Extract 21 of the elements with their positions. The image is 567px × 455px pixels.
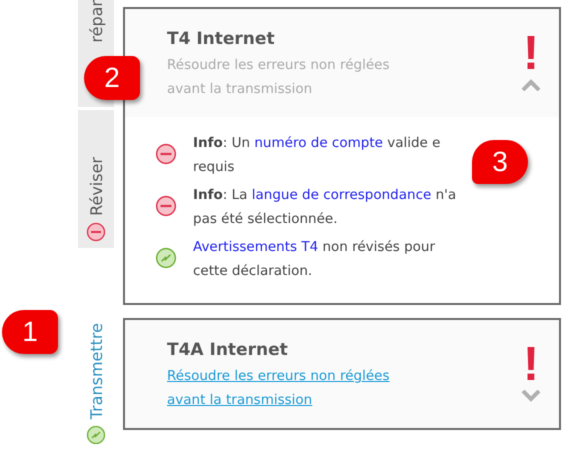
panel-subtitle: Résoudre les erreurs non réglées avant la transmission xyxy=(167,56,390,99)
callout-marker: 1 xyxy=(2,310,58,354)
alert-mark: ! xyxy=(523,29,539,79)
lightning-icon xyxy=(86,425,106,445)
message-text: Info: La langue de correspondance n'a pas été sélectionnée. xyxy=(193,186,456,229)
message-link[interactable]: numéro de compte xyxy=(254,135,383,151)
collapse-icon[interactable] xyxy=(521,79,541,91)
panel-title: T4 Internet xyxy=(167,29,276,49)
error-icon xyxy=(155,195,177,217)
expand-icon[interactable] xyxy=(521,390,541,402)
side-tab[interactable]: Réviser xyxy=(78,110,114,248)
message-text: Avertissements T4 non révisés pour cette déclaration. xyxy=(193,238,436,281)
message-link[interactable]: langue de correspondance xyxy=(252,187,432,203)
side-tab[interactable]: répar xyxy=(78,0,114,53)
error-icon xyxy=(155,143,177,165)
error-icon xyxy=(86,222,106,242)
panel-title: T4A Internet xyxy=(167,340,289,360)
message-link[interactable]: Avertissements T4 xyxy=(193,239,318,255)
alert-mark: ! xyxy=(523,340,539,390)
callout-marker: 2 xyxy=(84,56,140,100)
lightning-icon xyxy=(155,247,177,269)
